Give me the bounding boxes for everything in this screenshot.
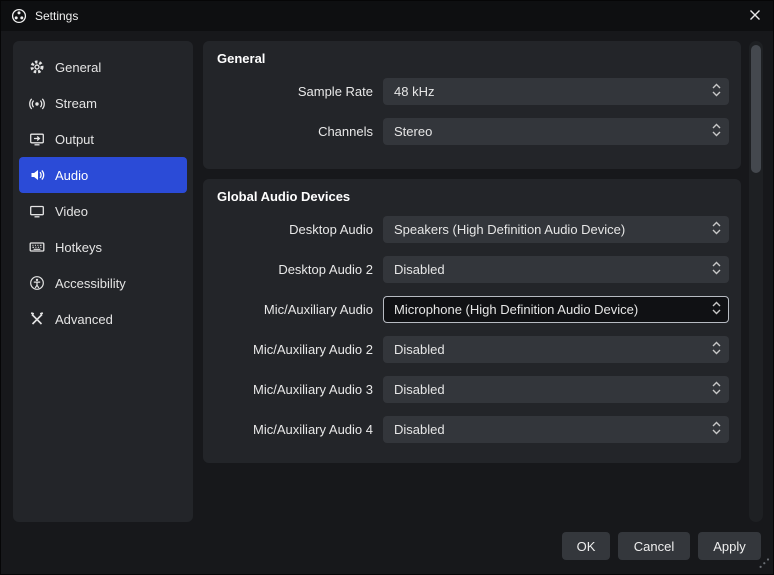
desktop-audio-2-label: Desktop Audio 2 [278,262,373,277]
mic-aux-audio-3-label: Mic/Auxiliary Audio 3 [253,382,373,397]
stepper-icon [712,123,721,140]
mic-aux-audio-4-row: Mic/Auxiliary Audio 4 Disabled [203,416,741,443]
keyboard-icon [29,239,45,255]
obs-logo-icon [11,8,27,24]
mic-aux-audio-2-label: Mic/Auxiliary Audio 2 [253,342,373,357]
desktop-audio-row: Desktop Audio Speakers (High Definition … [203,216,741,243]
sidebar-item-output[interactable]: Output [19,121,187,157]
stepper-icon [712,381,721,398]
mic-aux-audio-3-select[interactable]: Disabled [383,376,729,403]
stepper-icon [712,421,721,438]
gear-icon [29,59,45,75]
sidebar-item-general[interactable]: General [19,49,187,85]
apply-button[interactable]: Apply [698,532,761,560]
broadcast-icon [29,95,45,111]
output-icon [29,131,45,147]
sidebar-item-label: Output [55,131,95,147]
sidebar-item-label: Stream [55,95,97,111]
sidebar-item-label: Audio [55,167,89,183]
stepper-icon [712,83,721,100]
scrollbar-track[interactable] [749,41,763,522]
sample-rate-label: Sample Rate [297,84,373,99]
sample-rate-select[interactable]: 48 kHz [383,78,729,105]
sidebar-item-accessibility[interactable]: Accessibility [19,265,187,301]
sidebar-item-hotkeys[interactable]: Hotkeys [19,229,187,265]
sidebar-item-label: Hotkeys [55,239,102,255]
mic-aux-audio-select[interactable]: Microphone (High Definition Audio Device… [383,296,729,323]
desktop-audio-select[interactable]: Speakers (High Definition Audio Device) [383,216,729,243]
sidebar-item-label: Advanced [55,311,113,327]
desktop-audio-label: Desktop Audio [289,222,373,237]
window-title: Settings [35,9,79,23]
sidebar-item-advanced[interactable]: Advanced [19,301,187,337]
sidebar-item-audio[interactable]: Audio [19,157,187,193]
sidebar-item-label: Video [55,203,89,219]
monitor-icon [29,203,45,219]
sidebar-item-label: General [55,59,102,75]
sidebar-item-video[interactable]: Video [19,193,187,229]
mic-aux-audio-3-row: Mic/Auxiliary Audio 3 Disabled [203,376,741,403]
mic-aux-audio-4-label: Mic/Auxiliary Audio 4 [253,422,373,437]
desktop-audio-2-row: Desktop Audio 2 Disabled [203,256,741,283]
section-global-audio-devices: Global Audio Devices Desktop Audio Speak… [203,179,741,463]
stepper-icon [712,341,721,358]
stepper-icon [712,221,721,238]
stepper-icon [712,301,721,318]
accessibility-icon [29,275,45,291]
section-title: Global Audio Devices [217,189,351,204]
channels-row: Channels Stereo [203,118,741,145]
mic-aux-audio-2-row: Mic/Auxiliary Audio 2 Disabled [203,336,741,363]
sidebar-item-stream[interactable]: Stream [19,85,187,121]
titlebar[interactable]: Settings [1,1,773,31]
settings-sidebar: General Stream Output Audio Video Hotkey… [13,41,193,522]
close-icon [749,9,761,24]
channels-select[interactable]: Stereo [383,118,729,145]
sample-rate-row: Sample Rate 48 kHz [203,78,741,105]
scrollbar-thumb[interactable] [751,45,761,173]
mic-aux-audio-4-select[interactable]: Disabled [383,416,729,443]
stepper-icon [712,261,721,278]
mic-aux-audio-row: Mic/Auxiliary Audio Microphone (High Def… [203,296,741,323]
mic-aux-audio-2-select[interactable]: Disabled [383,336,729,363]
speaker-icon [29,167,45,183]
ok-button[interactable]: OK [562,532,610,560]
section-general: General Sample Rate 48 kHz Channels Ster… [203,41,741,169]
desktop-audio-2-select[interactable]: Disabled [383,256,729,283]
close-button[interactable] [739,1,771,31]
resize-grip-icon[interactable] [758,557,770,572]
channels-label: Channels [318,124,373,139]
cancel-button[interactable]: Cancel [618,532,690,560]
section-title: General [217,51,266,66]
tools-icon [29,311,45,327]
mic-aux-audio-label: Mic/Auxiliary Audio [263,302,373,317]
sidebar-item-label: Accessibility [55,275,126,291]
settings-window: Settings General Stream Output Audio Vid… [0,0,774,575]
